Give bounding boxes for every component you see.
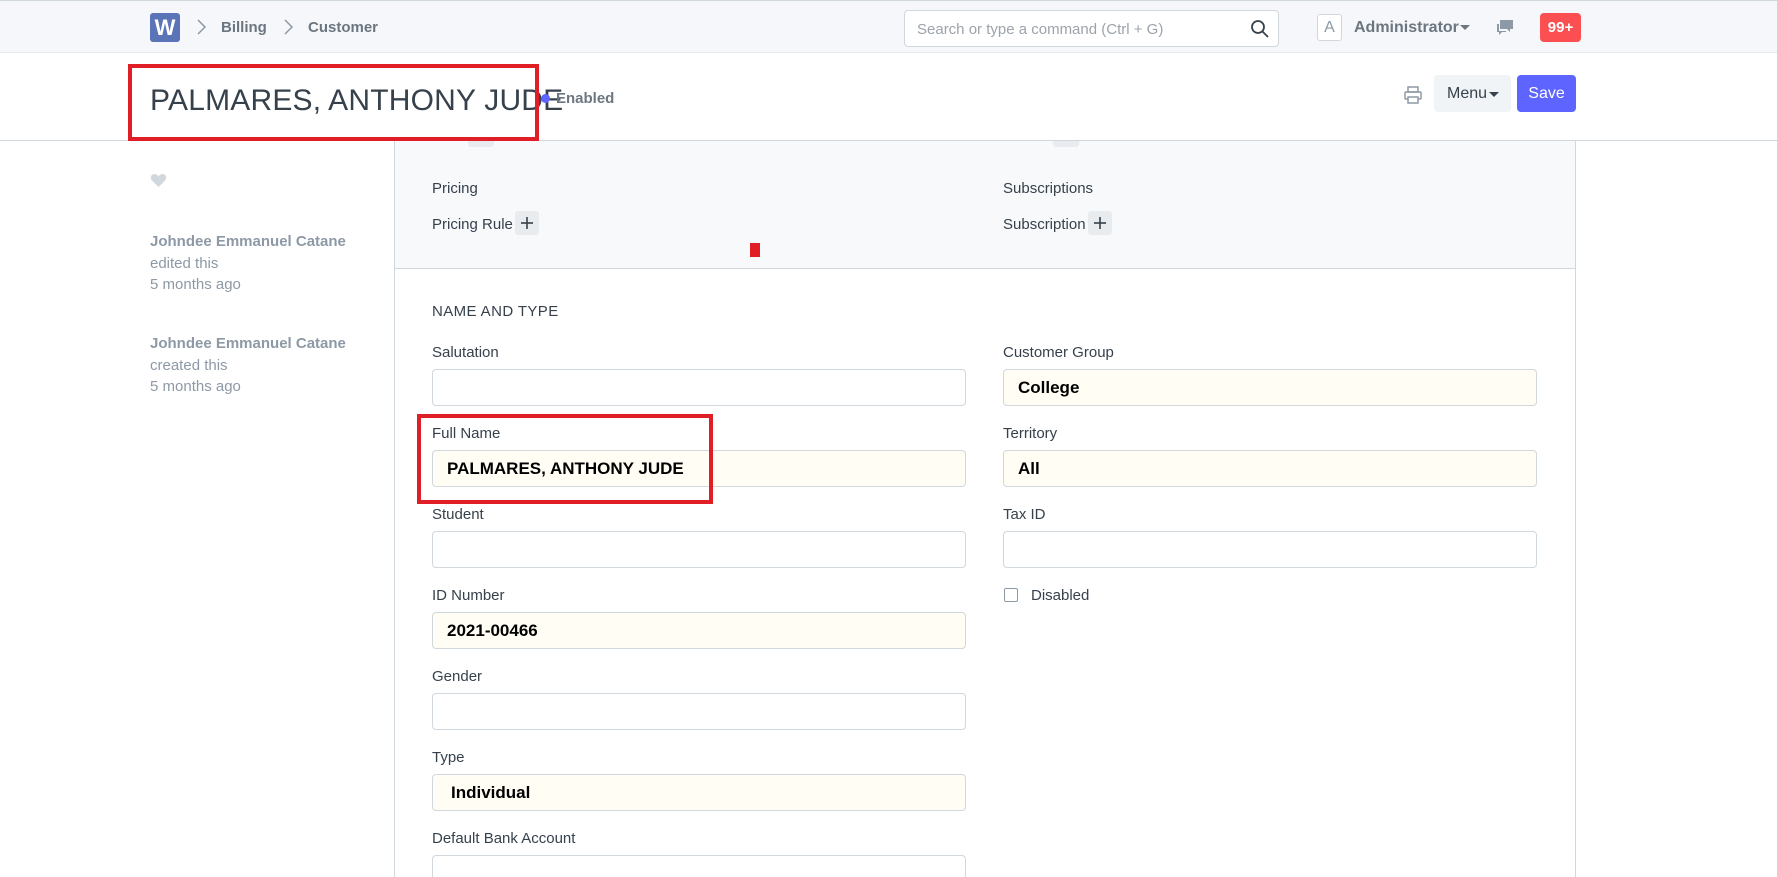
activity-user[interactable]: Johndee Emmanuel Catane [150, 233, 346, 250]
gender-label: Gender [432, 668, 483, 685]
type-select[interactable]: Individual [432, 774, 966, 811]
salutation-label: Salutation [432, 344, 499, 361]
plus-icon [521, 217, 533, 229]
form-dashboard: Pricing Pricing Rule Subscriptions Subsc… [395, 141, 1575, 269]
caret-down-icon [1489, 92, 1499, 97]
add-pricing-rule-button[interactable] [515, 211, 539, 235]
chevron-right-icon [197, 19, 207, 35]
caret-down-icon [1460, 25, 1470, 30]
customer-group-label: Customer Group [1003, 344, 1114, 361]
disabled-checkbox[interactable] [1004, 588, 1018, 602]
search-placeholder: Search or type a command (Ctrl + G) [917, 21, 1164, 38]
clipped-element [468, 141, 494, 147]
id-number-label: ID Number [432, 587, 505, 604]
status-badge: Enabled [556, 90, 615, 107]
section-title: NAME AND TYPE [432, 303, 559, 320]
salutation-field[interactable] [432, 369, 966, 406]
avatar[interactable]: A [1317, 14, 1342, 41]
disabled-label: Disabled [1031, 587, 1090, 604]
student-field[interactable] [432, 531, 966, 568]
tax-id-label: Tax ID [1003, 506, 1046, 523]
default-bank-account-field[interactable] [432, 855, 966, 877]
plus-icon [1094, 217, 1106, 229]
activity-time: 5 months ago [150, 276, 241, 293]
student-label: Student [432, 506, 484, 523]
activity-time: 5 months ago [150, 378, 241, 395]
customer-group-field[interactable]: College [1003, 369, 1537, 406]
dashboard-heading-subscriptions: Subscriptions [1003, 180, 1094, 197]
territory-label: Territory [1003, 425, 1058, 442]
id-number-field[interactable]: 2021-00466 [432, 612, 966, 649]
breadcrumb-customer[interactable]: Customer [308, 19, 378, 36]
menu-button-label: Menu [1447, 85, 1488, 102]
chevron-right-icon [284, 19, 294, 35]
dashboard-heading-pricing: Pricing [432, 180, 478, 197]
add-subscription-button[interactable] [1088, 211, 1112, 235]
tax-id-field[interactable] [1003, 531, 1537, 568]
pricing-rule-link[interactable]: Pricing Rule [432, 216, 513, 233]
red-marker [750, 243, 760, 257]
breadcrumb-billing[interactable]: Billing [221, 19, 267, 36]
page-head: PALMARES, ANTHONY JUDE Enabled Menu Save [0, 54, 1777, 141]
save-button[interactable]: Save [1517, 75, 1576, 112]
top-navbar: W Billing Customer Search or type a comm… [0, 0, 1777, 53]
heart-icon[interactable] [150, 172, 167, 188]
print-icon[interactable] [1403, 85, 1423, 105]
highlight-box-title [128, 64, 539, 141]
activity-user[interactable]: Johndee Emmanuel Catane [150, 335, 346, 352]
activity-action: created this [150, 357, 228, 374]
notifications-badge[interactable]: 99+ [1540, 13, 1581, 42]
search-icon [1251, 20, 1269, 38]
clipped-element [1053, 141, 1079, 147]
type-label: Type [432, 749, 465, 766]
activity-action: edited this [150, 255, 219, 272]
search-input[interactable]: Search or type a command (Ctrl + G) [904, 10, 1279, 47]
gender-field[interactable] [432, 693, 966, 730]
user-menu[interactable]: Administrator [1354, 19, 1459, 37]
menu-button[interactable]: Menu [1434, 75, 1511, 112]
status-indicator-dot [541, 94, 550, 103]
highlight-box-full-name [417, 414, 713, 504]
subscription-link[interactable]: Subscription [1003, 216, 1086, 233]
default-bank-account-label: Default Bank Account [432, 830, 576, 847]
app-logo[interactable]: W [150, 13, 180, 42]
chat-icon[interactable] [1494, 18, 1516, 38]
territory-field[interactable]: All [1003, 450, 1537, 487]
